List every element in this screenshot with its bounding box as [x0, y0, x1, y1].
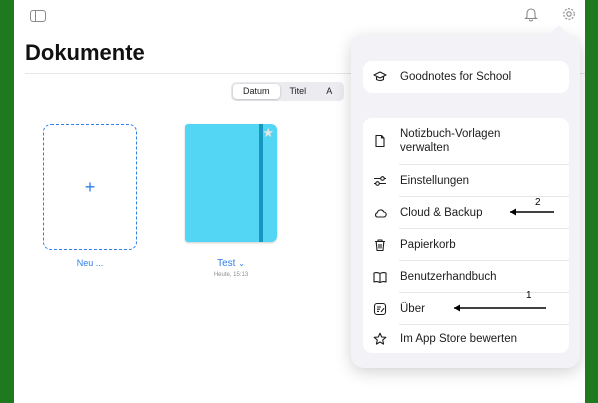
sort-option-title[interactable]: Titel — [280, 84, 317, 99]
notebook-title-text[interactable]: Test — [217, 258, 235, 269]
annotation-number-2: 2 — [535, 197, 541, 208]
menu-item-label: Benutzerhandbuch — [400, 270, 497, 283]
notebook-date: Heute, 15:13 — [213, 272, 249, 278]
notebook-elastic-band — [259, 124, 263, 242]
page-title: Dokumente — [25, 40, 145, 65]
menu-item-templates[interactable]: Notizbuch-Vorlagen verwalten — [363, 118, 569, 164]
notebook-cover[interactable]: ★ — [185, 124, 277, 242]
window-frame: Dokumente Datum Titel A + Neu ... ★ Test… — [0, 0, 598, 403]
menu-item-label: Über — [400, 302, 425, 315]
sort-segmented-control[interactable]: Datum Titel A — [231, 82, 345, 101]
app-screen: Dokumente Datum Titel A + Neu ... ★ Test… — [14, 0, 585, 403]
menu-card-top: Goodnotes for School — [363, 61, 569, 93]
menu-item-label: Einstellungen — [400, 174, 470, 187]
chevron-down-icon[interactable]: ⌄ — [238, 259, 245, 268]
menu-card-main: Notizbuch-Vorlagen verwalten Einstellung… — [363, 118, 569, 353]
annotation-arrow-1 — [454, 304, 546, 312]
menu-item-rate-app[interactable]: Im App Store bewerten — [363, 325, 569, 353]
sort-option-a[interactable]: A — [316, 84, 342, 99]
menu-item-label: Goodnotes for School — [400, 71, 512, 83]
plus-icon: + — [84, 176, 96, 197]
notebook-title[interactable]: Test ⌄ — [185, 258, 277, 269]
cloud-icon — [373, 206, 387, 220]
annotation-arrow-2 — [510, 208, 554, 216]
menu-item-settings[interactable]: Einstellungen — [363, 165, 569, 196]
annotation-number-1: 1 — [526, 290, 532, 301]
new-document-label[interactable]: Neu ... — [43, 258, 137, 268]
trash-icon — [373, 238, 387, 252]
info-note-icon — [373, 302, 387, 316]
graduation-cap-icon — [373, 70, 387, 84]
bell-icon[interactable] — [523, 6, 539, 26]
menu-item-label: Notizbuch-Vorlagen verwalten — [400, 128, 501, 154]
menu-item-goodnotes-for-school[interactable]: Goodnotes for School — [363, 61, 569, 93]
menu-item-label: Cloud & Backup — [400, 206, 483, 219]
sidebar-icon[interactable] — [30, 10, 46, 22]
menu-item-label: Papierkorb — [400, 238, 456, 251]
menu-item-trash[interactable]: Papierkorb — [363, 229, 569, 260]
gear-icon[interactable] — [561, 6, 577, 26]
new-document-button[interactable]: + — [43, 124, 137, 250]
sliders-icon — [373, 174, 387, 188]
document-icon — [373, 134, 387, 148]
star-icon — [373, 332, 387, 346]
menu-item-user-guide[interactable]: Benutzerhandbuch — [363, 261, 569, 292]
menu-item-label: Im App Store bewerten — [400, 333, 517, 345]
sort-option-date[interactable]: Datum — [233, 84, 280, 99]
favorite-star-icon[interactable]: ★ — [262, 126, 274, 139]
book-icon — [373, 270, 387, 284]
